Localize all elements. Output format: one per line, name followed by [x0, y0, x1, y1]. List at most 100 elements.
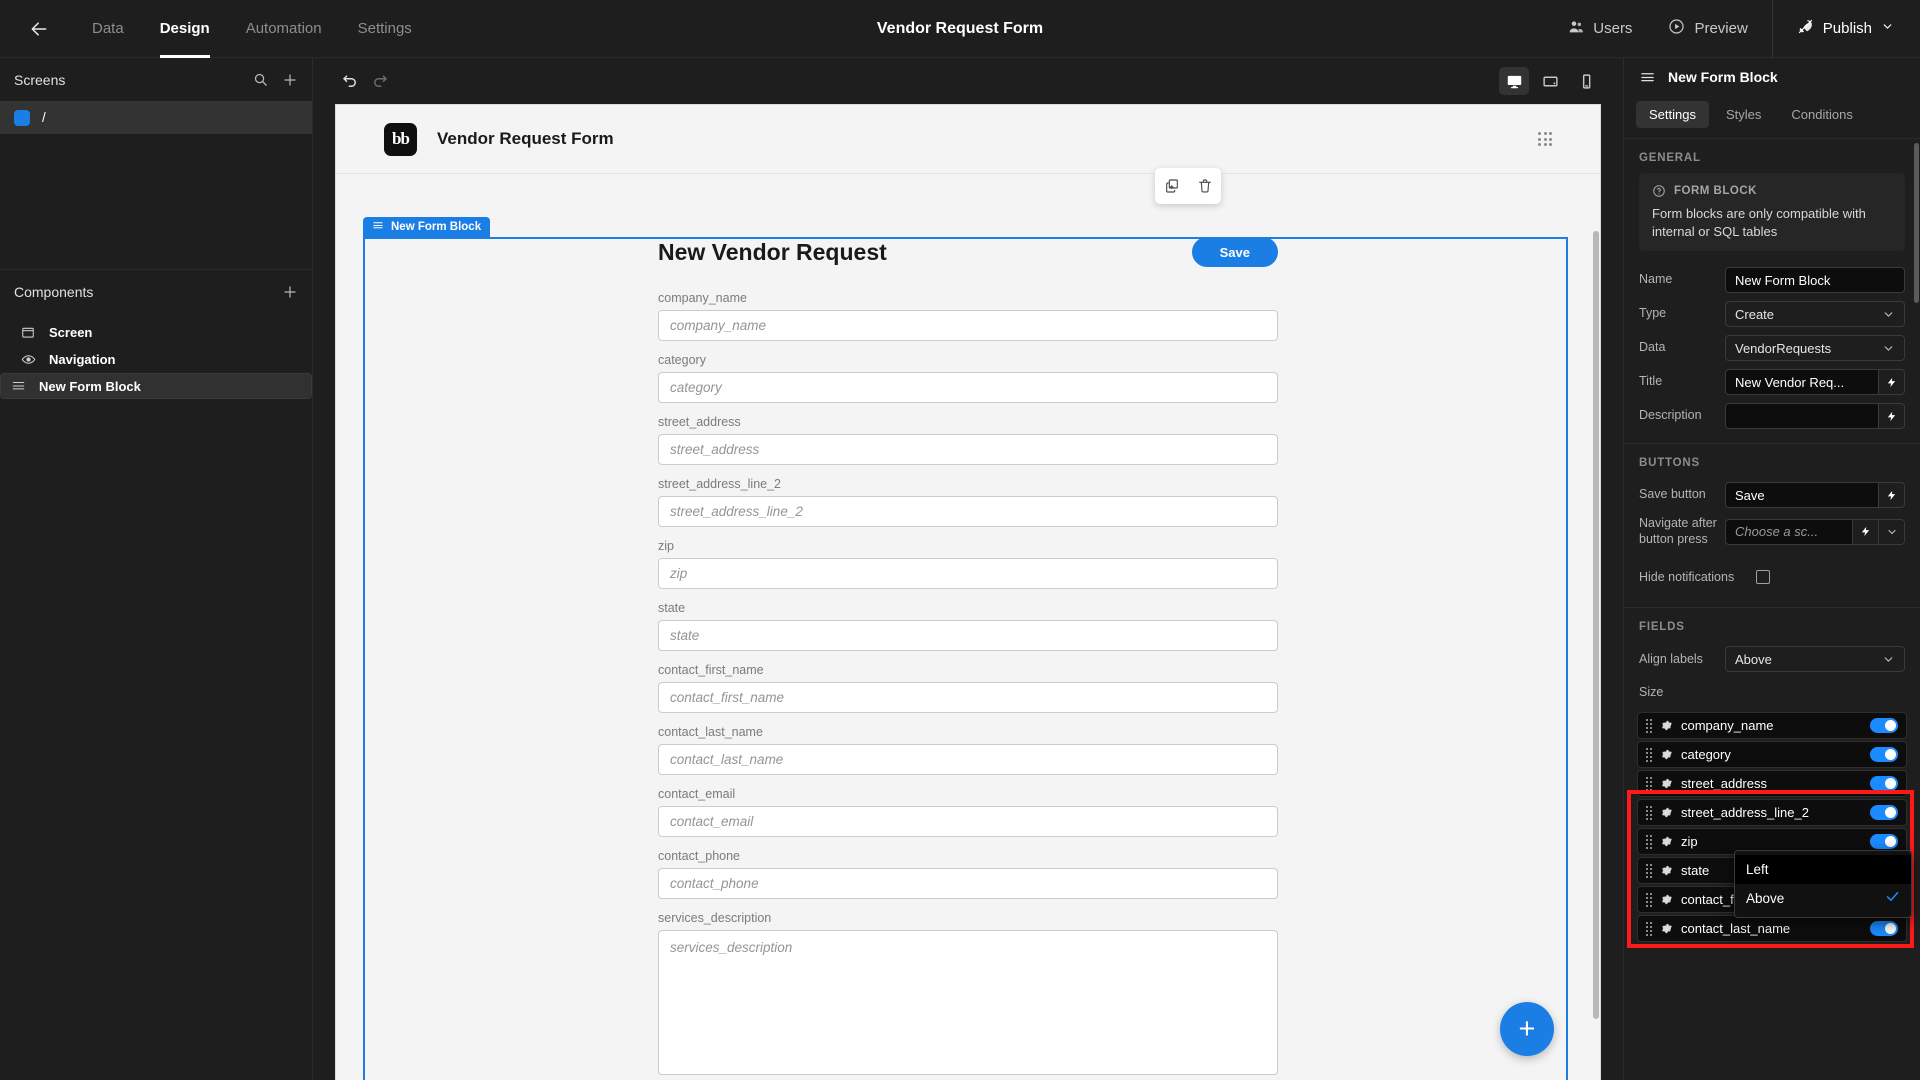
tab-styles-panel[interactable]: Styles — [1713, 101, 1774, 128]
align-labels-select[interactable]: Above — [1725, 646, 1905, 673]
field-config-name: category — [1681, 747, 1731, 763]
field-config-row[interactable]: contact_last_name — [1637, 915, 1907, 943]
drag-handle-icon[interactable] — [1646, 892, 1652, 907]
top-bar: Data Design Automation Settings Vendor R… — [0, 0, 1920, 58]
field-enable-toggle[interactable] — [1870, 747, 1898, 763]
screens-header: Screens — [0, 58, 312, 101]
users-button[interactable]: Users — [1550, 19, 1650, 39]
device-tablet-button[interactable] — [1535, 67, 1565, 95]
hide-notifications-checkbox[interactable] — [1756, 570, 1771, 585]
duplicate-icon[interactable] — [1164, 178, 1180, 194]
field-enable-toggle[interactable] — [1870, 718, 1898, 734]
drag-handle-icon[interactable] — [1646, 834, 1652, 849]
app-menu-grid-icon[interactable] — [1538, 132, 1552, 146]
gear-icon[interactable] — [1660, 922, 1673, 935]
gear-icon[interactable] — [1660, 777, 1673, 790]
undo-icon[interactable] — [335, 66, 365, 96]
field-config-name: zip — [1681, 834, 1698, 850]
drag-handle-icon[interactable] — [1646, 863, 1652, 878]
tab-settings-panel[interactable]: Settings — [1636, 100, 1709, 128]
chevron-down-icon — [1882, 308, 1895, 321]
preview-app-header: bb Vendor Request Form — [336, 105, 1600, 174]
title-input[interactable]: New Vendor Req... — [1725, 369, 1879, 396]
redo-icon[interactable] — [365, 66, 395, 96]
users-label: Users — [1593, 20, 1633, 37]
info-box-text: Form blocks are only compatible with int… — [1652, 206, 1866, 239]
field-enable-toggle[interactable] — [1870, 776, 1898, 792]
add-screen-icon[interactable] — [282, 72, 298, 88]
description-input[interactable] — [1725, 403, 1879, 430]
add-component-fab[interactable]: + — [1500, 1002, 1554, 1056]
field-config-name: street_address_line_2 — [1681, 805, 1809, 821]
save-button-input[interactable]: Save — [1725, 482, 1879, 509]
publish-button[interactable]: Publish — [1779, 18, 1920, 39]
preview-label: Preview — [1694, 20, 1748, 37]
section-buttons-title: BUTTONS — [1639, 457, 1700, 470]
component-item-screen[interactable]: Screen — [0, 319, 312, 346]
field-config-name: state — [1681, 863, 1710, 879]
form-block-info-box: FORM BLOCK Form blocks are only compatib… — [1639, 173, 1905, 252]
field-enable-toggle[interactable] — [1870, 921, 1898, 937]
gear-icon[interactable] — [1660, 864, 1673, 877]
name-input[interactable]: New Form Block — [1725, 267, 1905, 294]
settings-scrollbar[interactable] — [1914, 143, 1919, 303]
gear-icon[interactable] — [1660, 719, 1673, 732]
setting-row-size: Size — [1624, 676, 1920, 708]
search-icon[interactable] — [253, 72, 268, 87]
name-label: Name — [1639, 272, 1673, 287]
dropdown-option-left[interactable]: Left — [1735, 855, 1911, 884]
device-mobile-button[interactable] — [1571, 67, 1601, 95]
top-nav: Data Design Automation Settings — [74, 0, 430, 58]
type-select[interactable]: Create — [1725, 301, 1905, 328]
align-labels-value: Above — [1735, 651, 1772, 667]
title-binding-icon[interactable] — [1879, 369, 1905, 396]
device-desktop-button[interactable] — [1499, 67, 1529, 95]
navigate-input[interactable]: Choose a sc... — [1725, 518, 1853, 545]
navigate-dropdown-icon[interactable] — [1879, 518, 1905, 545]
tab-automation[interactable]: Automation — [228, 0, 340, 58]
field-enable-toggle[interactable] — [1870, 834, 1898, 850]
tab-settings[interactable]: Settings — [340, 0, 430, 58]
description-binding-icon[interactable] — [1879, 403, 1905, 430]
setting-row-align-labels: Align labels Above — [1624, 642, 1920, 676]
canvas-scrollbar[interactable] — [1593, 231, 1599, 1019]
tab-design[interactable]: Design — [142, 0, 228, 58]
delete-icon[interactable] — [1197, 178, 1213, 194]
field-config-row[interactable]: street_address_line_2 — [1637, 799, 1907, 827]
save-button-binding-icon[interactable] — [1879, 482, 1905, 509]
components-title: Components — [14, 283, 94, 300]
data-select[interactable]: VendorRequests — [1725, 335, 1905, 362]
setting-row-navigate: Navigate after button press Choose a sc.… — [1624, 512, 1920, 551]
field-config-row[interactable]: street_address — [1637, 770, 1907, 798]
drag-handle-icon[interactable] — [1646, 805, 1652, 820]
right-settings-panel: New Form Block Settings Styles Condition… — [1623, 58, 1920, 1080]
gear-icon[interactable] — [1660, 806, 1673, 819]
screen-list-item-root[interactable]: / — [0, 101, 312, 134]
gear-icon[interactable] — [1660, 893, 1673, 906]
dropdown-option-above[interactable]: Above — [1735, 884, 1911, 913]
drag-handle-icon[interactable] — [1646, 776, 1652, 791]
size-label: Size — [1639, 684, 1664, 699]
drag-handle-icon[interactable] — [1646, 747, 1652, 762]
gear-icon[interactable] — [1660, 748, 1673, 761]
align-labels-label: Align labels — [1639, 651, 1703, 666]
field-config-row[interactable]: company_name — [1637, 712, 1907, 740]
drag-handle-icon[interactable] — [1646, 921, 1652, 936]
component-item-new-form-block[interactable]: New Form Block — [0, 373, 312, 399]
field-enable-toggle[interactable] — [1870, 805, 1898, 821]
field-config-row[interactable]: category — [1637, 741, 1907, 769]
back-arrow-icon[interactable] — [24, 14, 54, 44]
component-item-navigation[interactable]: Navigation — [0, 346, 312, 373]
tab-data[interactable]: Data — [74, 0, 142, 58]
add-component-icon[interactable] — [282, 284, 298, 300]
navigate-binding-icon[interactable] — [1853, 518, 1879, 545]
app-preview-iframe: bb Vendor Request Form New Form Block Ne… — [335, 104, 1601, 1080]
tab-conditions-panel[interactable]: Conditions — [1778, 101, 1865, 128]
setting-row-name: Name New Form Block — [1624, 263, 1920, 297]
screen-color-swatch — [14, 109, 30, 126]
preview-button[interactable]: Preview — [1650, 18, 1765, 39]
selected-block-badge[interactable]: New Form Block — [363, 217, 491, 237]
chevron-down-icon — [1882, 653, 1895, 666]
gear-icon[interactable] — [1660, 835, 1673, 848]
drag-handle-icon[interactable] — [1646, 718, 1652, 733]
